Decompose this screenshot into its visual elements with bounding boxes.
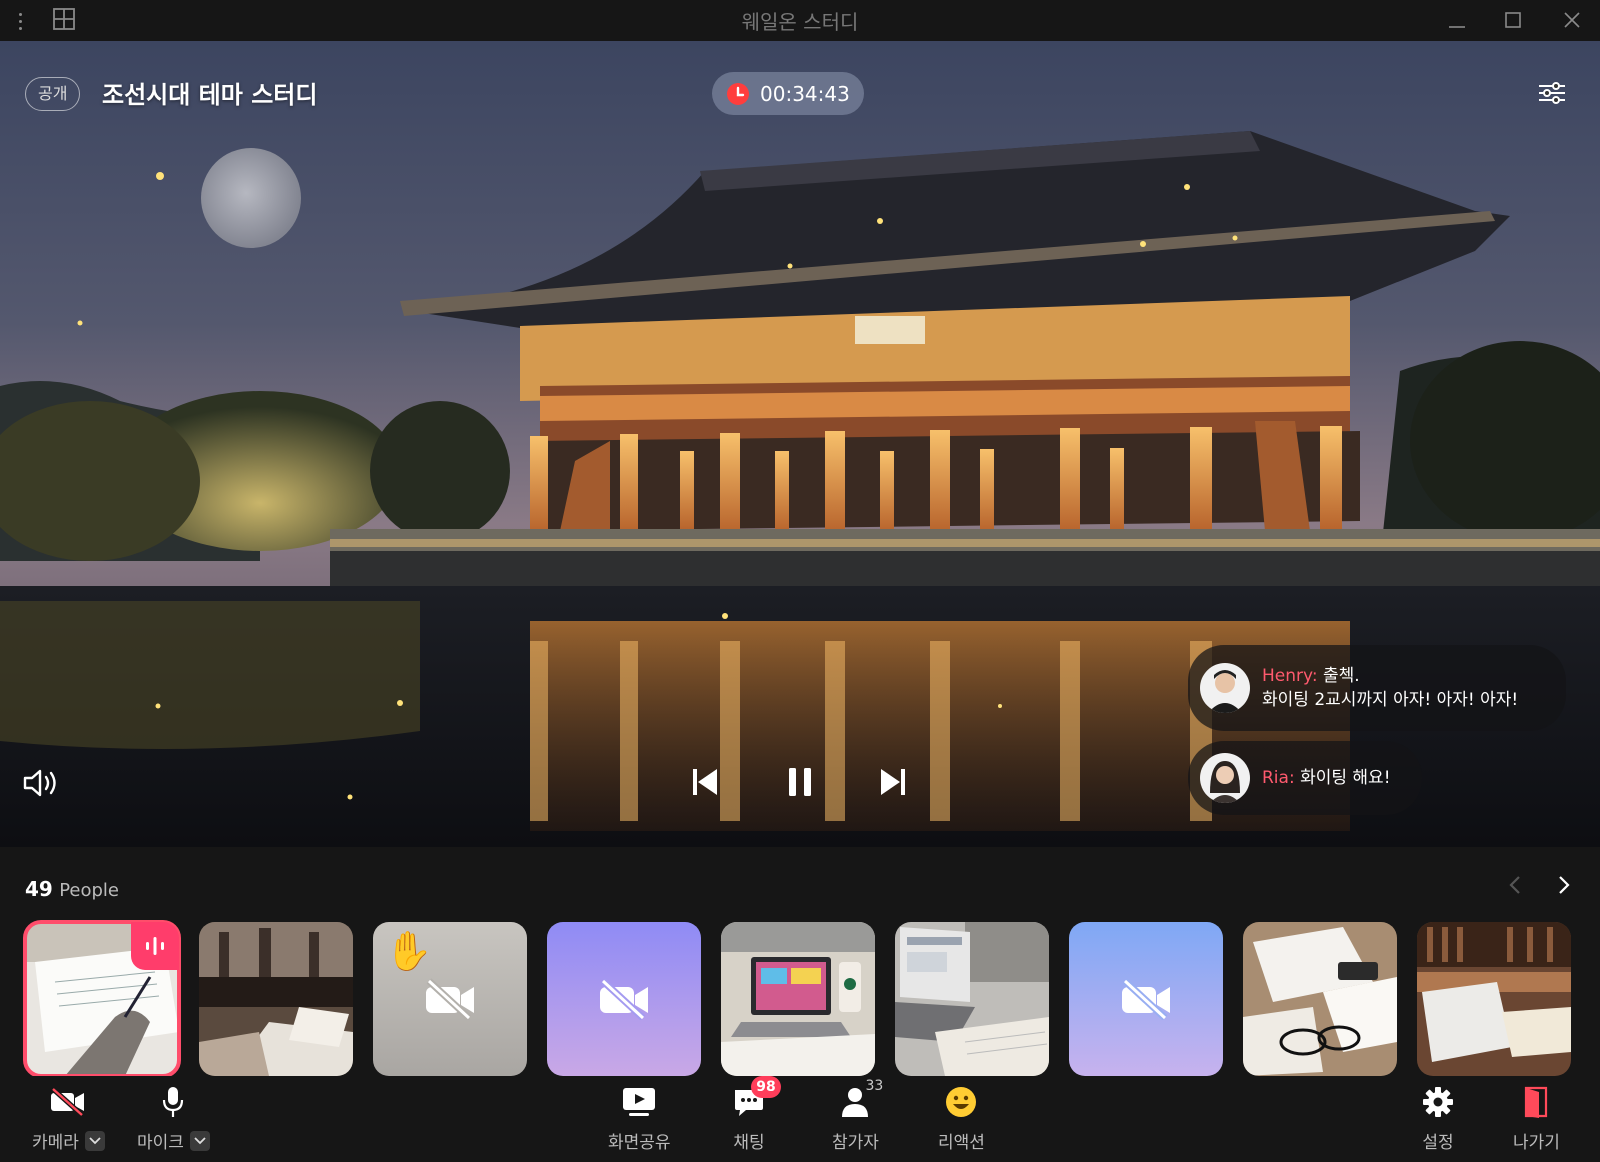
- person-icon: 33: [835, 1078, 883, 1120]
- participant-tile[interactable]: [1069, 922, 1223, 1076]
- participant-tile[interactable]: [721, 922, 875, 1076]
- maximize-icon: [1505, 12, 1521, 28]
- participant-video: [721, 922, 875, 1076]
- participant-tile[interactable]: [547, 922, 701, 1076]
- gear-icon: [1418, 1084, 1458, 1120]
- minimize-button[interactable]: [1437, 4, 1477, 36]
- chat-line: 출첵.: [1322, 666, 1360, 686]
- minimize-icon: [1449, 26, 1465, 28]
- participants-strip: 49 People ✋: [0, 847, 1600, 1078]
- chat-icon: 98: [729, 1076, 781, 1120]
- chat-text: Ria: 화이팅 해요!: [1262, 766, 1391, 790]
- room-title: 조선시대 테마 스터디: [102, 81, 318, 109]
- camera-off-icon: [426, 978, 474, 1020]
- clock-icon: [727, 82, 749, 105]
- pause-button[interactable]: [775, 757, 825, 807]
- chat-line: 화이팅 2교시까지 아자! 아자! 아자!: [1262, 690, 1519, 710]
- chat-message: Ria: 화이팅 해요!: [1188, 741, 1422, 815]
- leave-button[interactable]: 나가기: [1513, 1084, 1560, 1153]
- chat-text: Henry: 출첵. 화이팅 2교시까지 아자! 아자! 아자!: [1262, 664, 1518, 712]
- exit-door-icon: [1516, 1084, 1556, 1120]
- avatar: [1200, 663, 1250, 713]
- previous-page-button[interactable]: [1501, 871, 1529, 899]
- music-player-controls: [680, 757, 918, 807]
- video-stage: 공개 조선시대 테마 스터디 00:34:43 Henry: 출첵. 화이팅 2…: [0, 41, 1600, 847]
- chevron-down-icon: [194, 1136, 206, 1144]
- participant-tile[interactable]: ✋: [373, 922, 527, 1076]
- participant-tile[interactable]: [199, 922, 353, 1076]
- leave-label: 나가기: [1513, 1133, 1560, 1153]
- window-title: 웨일온 스터디: [741, 10, 859, 34]
- camera-label: 카메라: [32, 1133, 79, 1153]
- screen-share-button[interactable]: 화면공유: [608, 1084, 671, 1153]
- close-button[interactable]: [1552, 4, 1592, 36]
- camera-off-icon: [48, 1084, 88, 1120]
- chat-line: 화이팅 해요!: [1300, 768, 1391, 788]
- chat-label: 채팅: [733, 1133, 765, 1153]
- participant-tile[interactable]: [1417, 922, 1571, 1076]
- pause-icon: [789, 768, 811, 796]
- participants-label: 참가자: [832, 1133, 879, 1153]
- reaction-label: 리액션: [938, 1133, 985, 1153]
- participant-video: [1243, 922, 1397, 1076]
- timer-value: 00:34:43: [760, 81, 850, 106]
- title-bar: 웨일온 스터디: [0, 0, 1600, 41]
- speaking-indicator: [131, 922, 179, 970]
- chat-author: Henry:: [1262, 666, 1318, 686]
- chat-message: Henry: 출첵. 화이팅 2교시까지 아자! 아자! 아자!: [1188, 645, 1566, 731]
- participant-video: [1417, 922, 1571, 1076]
- screen-share-icon: [619, 1084, 659, 1120]
- mic-options-button[interactable]: [189, 1130, 210, 1151]
- settings-label: 설정: [1422, 1133, 1454, 1153]
- participant-video: [199, 922, 353, 1076]
- audio-level-icon: [146, 937, 164, 955]
- maximize-button[interactable]: [1493, 4, 1533, 36]
- sliders-icon[interactable]: [1537, 79, 1567, 107]
- camera-toggle[interactable]: 카메라: [32, 1084, 105, 1153]
- mic-label: 마이크: [137, 1133, 184, 1153]
- camera-off-icon: [600, 978, 648, 1020]
- speaker-icon[interactable]: [22, 765, 62, 801]
- skip-previous-button[interactable]: [680, 757, 730, 807]
- camera-off-icon: [1122, 978, 1170, 1020]
- participants-count: 33: [865, 1078, 884, 1094]
- chevron-left-icon: [1509, 876, 1520, 894]
- privacy-badge: 공개: [25, 77, 81, 111]
- participant-video: [895, 922, 1049, 1076]
- participants-button[interactable]: 33 참가자: [832, 1078, 883, 1153]
- raised-hand-icon: ✋: [385, 929, 433, 973]
- screen-share-label: 화면공유: [608, 1133, 671, 1153]
- participant-tile[interactable]: [895, 922, 1049, 1076]
- avatar: [1200, 753, 1250, 803]
- chevron-down-icon: [89, 1136, 101, 1144]
- skip-next-button[interactable]: [868, 757, 918, 807]
- study-timer[interactable]: 00:34:43: [712, 72, 864, 115]
- chat-author: Ria:: [1262, 768, 1295, 788]
- reaction-button[interactable]: 리액션: [938, 1084, 985, 1153]
- skip-previous-icon: [693, 769, 717, 795]
- people-count: 49 People: [25, 877, 119, 901]
- smile-icon: [941, 1084, 981, 1120]
- skip-next-icon: [881, 769, 905, 795]
- microphone-icon: [153, 1084, 193, 1120]
- close-icon: [1564, 12, 1580, 28]
- participant-tile[interactable]: [1243, 922, 1397, 1076]
- chat-button[interactable]: 98 채팅: [729, 1076, 781, 1153]
- participant-tile[interactable]: [23, 920, 181, 1078]
- camera-label-row: 카메라: [32, 1128, 105, 1153]
- people-count-number: 49: [25, 877, 53, 901]
- chevron-right-icon: [1559, 876, 1570, 894]
- camera-options-button[interactable]: [84, 1130, 105, 1151]
- mic-toggle[interactable]: 마이크: [137, 1084, 210, 1153]
- next-page-button[interactable]: [1550, 871, 1578, 899]
- settings-button[interactable]: 설정: [1418, 1084, 1458, 1153]
- unread-badge: 98: [751, 1076, 781, 1098]
- mic-label-row: 마이크: [137, 1128, 210, 1153]
- people-count-label: People: [59, 880, 120, 901]
- bottom-toolbar: 카메라 마이크 화면공유 98 채팅 33 참가자 리액션 설정 나가기: [0, 1076, 1600, 1162]
